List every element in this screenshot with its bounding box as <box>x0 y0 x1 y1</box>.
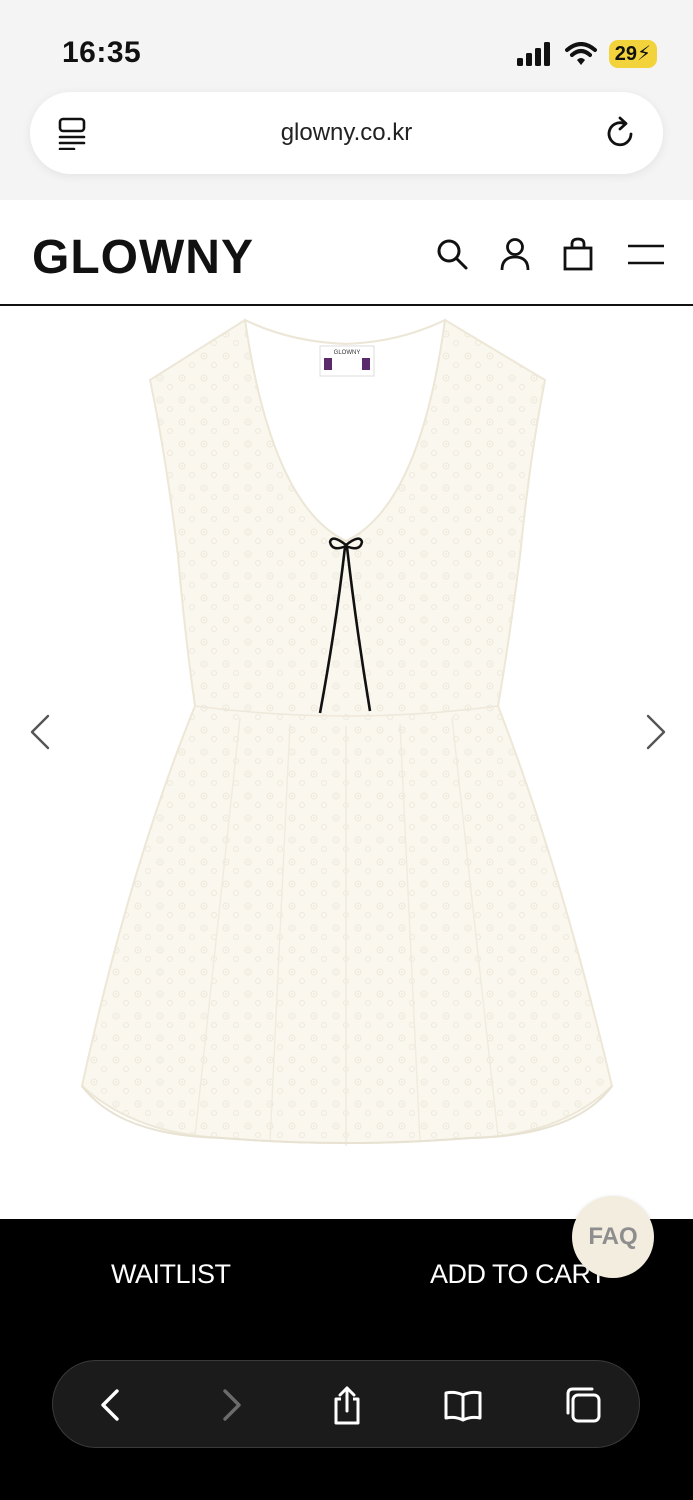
bag-icon[interactable] <box>560 236 596 272</box>
reload-icon[interactable] <box>601 114 639 152</box>
bookmarks-icon[interactable] <box>443 1385 483 1425</box>
brand-logo[interactable]: GLOWNY <box>32 230 254 285</box>
wifi-icon <box>564 42 597 65</box>
share-icon[interactable] <box>327 1385 367 1425</box>
product-gallery[interactable]: GLOWNY <box>0 306 693 1219</box>
faq-button[interactable]: FAQ <box>572 1196 654 1278</box>
status-bar: 16:35 29⚡︎ <box>0 0 693 100</box>
search-icon[interactable] <box>434 236 470 272</box>
add-to-cart-button[interactable]: ADD TO CART <box>430 1259 607 1290</box>
back-icon[interactable] <box>91 1385 131 1425</box>
cellular-signal-icon <box>516 42 550 66</box>
url-text[interactable]: glowny.co.kr <box>30 119 663 147</box>
browser-address-area: glowny.co.kr <box>0 92 693 200</box>
status-icons: 29⚡︎ <box>516 40 657 68</box>
label-text: GLOWNY <box>334 350 361 356</box>
tabs-icon[interactable] <box>563 1385 603 1425</box>
forward-icon[interactable] <box>211 1385 251 1425</box>
status-time: 16:35 <box>62 36 142 69</box>
product-image: GLOWNY <box>80 318 614 1146</box>
battery-level: 29 <box>614 43 637 65</box>
address-bar[interactable]: glowny.co.kr <box>30 92 663 174</box>
waitlist-button[interactable]: WAITLIST <box>111 1259 231 1290</box>
account-icon[interactable] <box>497 236 533 272</box>
menu-icon[interactable] <box>626 236 666 272</box>
browser-toolbar <box>52 1360 640 1448</box>
site-header: GLOWNY <box>0 200 693 306</box>
battery-indicator: 29⚡︎ <box>608 40 657 68</box>
chevron-left-icon[interactable] <box>26 712 54 752</box>
charging-icon: ⚡︎ <box>636 43 651 65</box>
chevron-right-icon[interactable] <box>642 712 670 752</box>
